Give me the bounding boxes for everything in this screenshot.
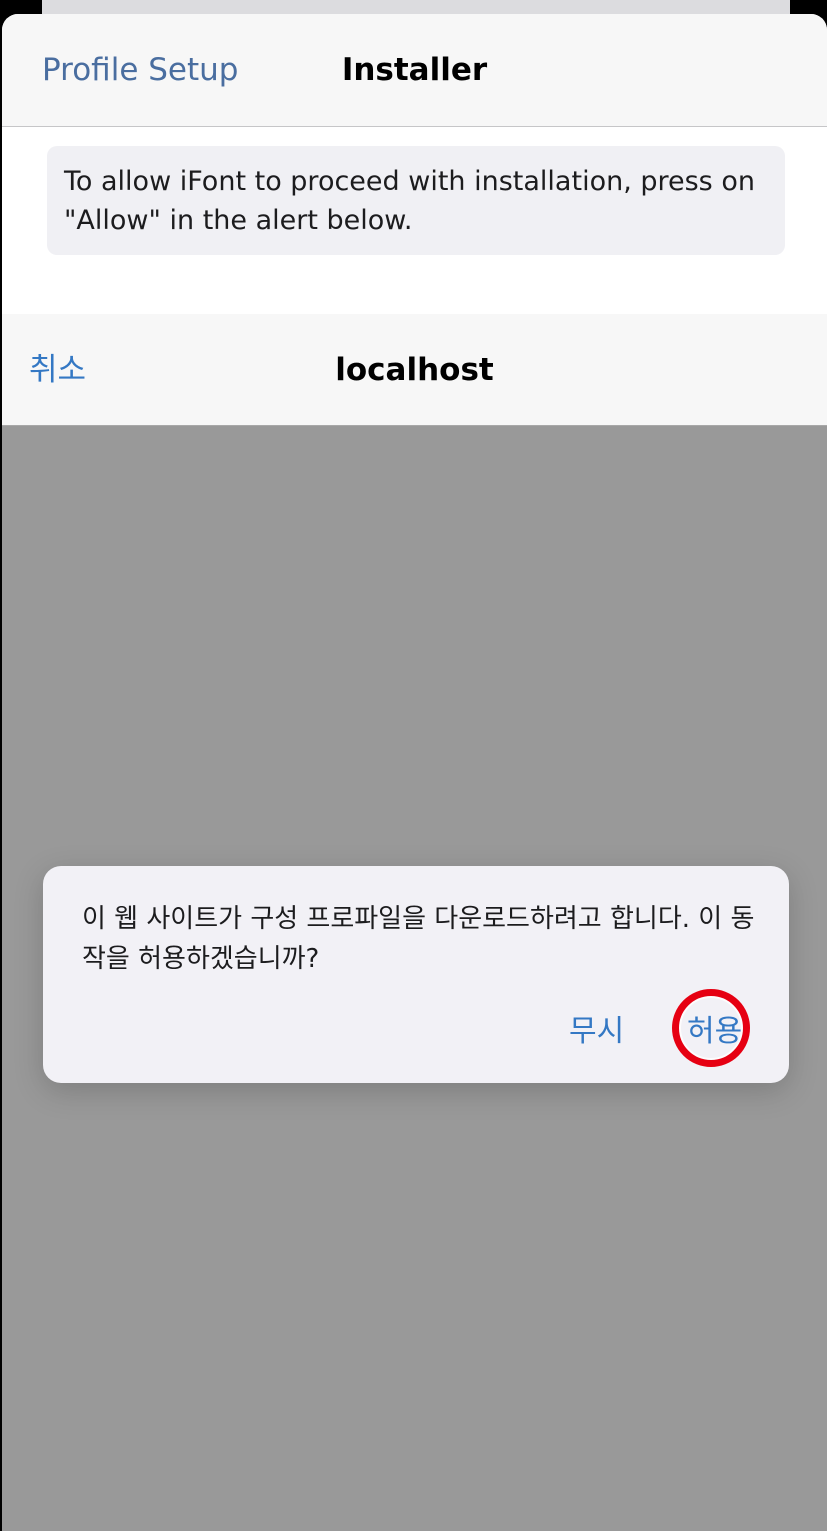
web-view-title: localhost <box>335 352 494 388</box>
installer-navigation-bar: Profile Setup Installer <box>2 14 827 127</box>
web-view-navigation-bar: 취소 localhost <box>2 314 827 426</box>
screen: Profile Setup Installer To allow iFont t… <box>0 0 827 1531</box>
alert-message: 이 웹 사이트가 구성 프로파일을 다운로드하려고 합니다. 이 동작을 허용하… <box>82 904 755 974</box>
installer-sheet: Profile Setup Installer To allow iFont t… <box>2 14 827 1531</box>
installer-title: Installer <box>341 52 488 88</box>
instruction-box: To allow iFont to proceed with installat… <box>47 146 785 255</box>
download-profile-alert: 이 웹 사이트가 구성 프로파일을 다운로드하려고 합니다. 이 동작을 허용하… <box>43 866 789 1083</box>
ignore-button[interactable]: 무시 <box>569 1012 624 1052</box>
allow-button[interactable]: 허용 <box>687 1012 742 1052</box>
